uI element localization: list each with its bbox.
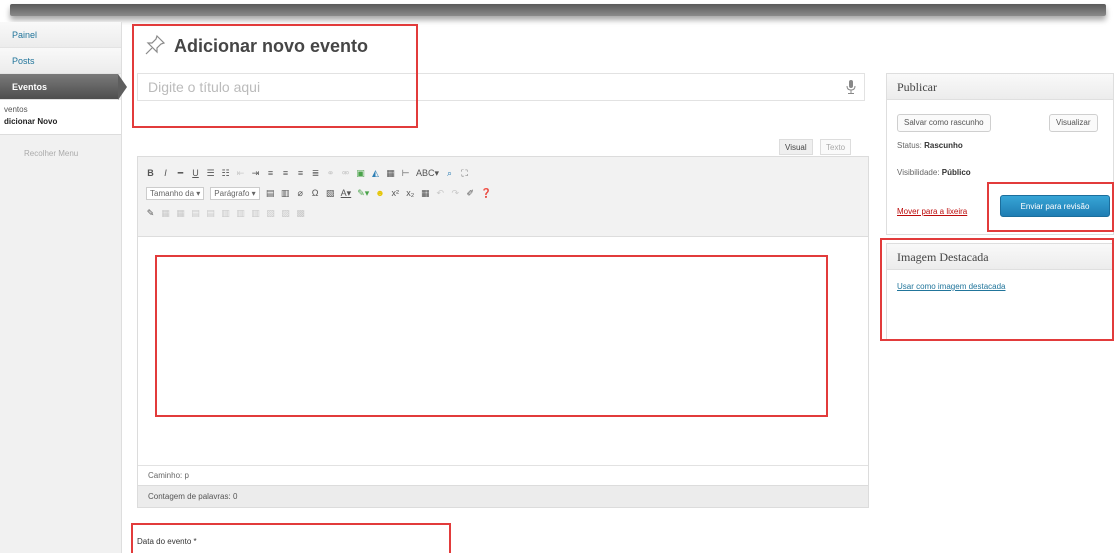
unlink-icon[interactable]: ⚮: [341, 168, 350, 179]
tab-text[interactable]: Texto: [820, 139, 852, 155]
insert-row-after-icon[interactable]: ▤: [206, 208, 215, 219]
superscript-icon[interactable]: x²: [391, 188, 400, 198]
sidebar-item-eventos[interactable]: Eventos: [0, 74, 127, 100]
collapse-menu-button[interactable]: Recolher Menu: [0, 135, 121, 158]
submenu-item-add-new[interactable]: dicionar Novo: [0, 116, 121, 128]
insert-row-before-icon[interactable]: ▤: [191, 208, 200, 219]
admin-bar: [10, 4, 1106, 16]
tab-visual[interactable]: Visual: [779, 139, 813, 155]
fullscreen-icon[interactable]: ⛶: [460, 168, 469, 179]
admin-sidebar: Painel Posts Eventos ventos dicionar Nov…: [0, 22, 127, 553]
save-draft-button[interactable]: Salvar como rascunho: [897, 114, 991, 132]
merge-cells-icon[interactable]: ▩: [296, 208, 305, 219]
italic-icon[interactable]: I: [161, 168, 170, 178]
delete-col-icon[interactable]: ▧: [266, 208, 275, 219]
split-cells-icon[interactable]: ▨: [281, 208, 290, 219]
underline-icon[interactable]: U: [191, 168, 200, 178]
insert-col-before-icon[interactable]: ▥: [236, 208, 245, 219]
insert-col-after-icon[interactable]: ▥: [251, 208, 260, 219]
publish-box-header[interactable]: Publicar: [887, 74, 1113, 100]
align-center-icon[interactable]: ≡: [281, 168, 290, 178]
spellcheck-icon[interactable]: ABC▾: [416, 168, 439, 179]
toolbar-row-2: Tamanho da ▾ Parágrafo ▾ ▤ ▥ ⌀ Ω ▧ A▾ ✎▾…: [146, 183, 860, 203]
undo-icon[interactable]: ↶: [436, 188, 445, 199]
highlight-featured-image: [880, 238, 1114, 341]
clear-format-icon[interactable]: ⌀: [296, 188, 305, 199]
sidebar-submenu: ventos dicionar Novo: [0, 100, 121, 135]
align-right-icon[interactable]: ≡: [296, 168, 305, 178]
indent-icon[interactable]: ⇥: [251, 168, 260, 179]
outdent-icon[interactable]: ⇤: [236, 168, 245, 179]
move-to-trash-link[interactable]: Mover para a lixeira: [897, 207, 967, 216]
align-left-icon[interactable]: ≡: [266, 168, 275, 178]
post-visibility: Visibilidade: Público: [897, 168, 971, 177]
table-grid-icon[interactable]: ▦: [421, 188, 430, 199]
emoticon-icon[interactable]: ☻: [375, 188, 384, 198]
redo-icon[interactable]: ↷: [451, 188, 460, 199]
help-icon[interactable]: ❓: [481, 188, 492, 199]
preview-button[interactable]: Visualizar: [1049, 114, 1098, 132]
highlight-color-icon[interactable]: ✎▾: [357, 188, 369, 199]
styles-icon[interactable]: ✐: [466, 188, 475, 199]
paste-text-icon[interactable]: ▤: [266, 188, 275, 199]
highlight-submit-button: [987, 182, 1114, 232]
find-icon[interactable]: ⌕: [445, 168, 454, 179]
link-icon[interactable]: ⚭: [326, 168, 335, 179]
microphone-icon[interactable]: [845, 79, 857, 95]
post-status: Status: Rascunho: [897, 141, 963, 150]
edit-table-icon[interactable]: ✎: [146, 208, 155, 219]
subscript-icon[interactable]: x₂: [406, 188, 415, 198]
toolbar-row-3: ✎ ▦ ▦ ▤ ▤ ▥ ▥ ▥ ▧ ▨ ▩: [146, 203, 860, 223]
submenu-item-eventos[interactable]: ventos: [0, 104, 121, 116]
delete-row-icon[interactable]: ▥: [221, 208, 230, 219]
bullet-list-icon[interactable]: ☰: [206, 168, 215, 179]
font-size-select[interactable]: Tamanho da ▾: [146, 186, 205, 200]
table-icon[interactable]: ▦: [386, 168, 395, 179]
toolbar-row-1: B I ━ U ☰ ☷ ⇤ ⇥ ≡ ≡ ≡ ≣ ⚭ ⚮ ▣ ◭ ▦ ⊢ ABC▾…: [146, 163, 860, 183]
paragraph-select[interactable]: Parágrafo ▾: [210, 186, 260, 200]
strikethrough-icon[interactable]: ━: [176, 168, 185, 179]
numbered-list-icon[interactable]: ☷: [221, 168, 230, 179]
highlight-title-area: [132, 24, 418, 128]
media-icon[interactable]: ▧: [326, 188, 335, 199]
align-justify-icon[interactable]: ≣: [311, 168, 320, 179]
editor-toolbar: B I ━ U ☰ ☷ ⇤ ⇥ ≡ ≡ ≡ ≣ ⚭ ⚮ ▣ ◭ ▦ ⊢ ABC▾…: [138, 157, 868, 237]
image-icon[interactable]: ▣: [356, 168, 365, 179]
highlight-event-date: [131, 523, 451, 553]
sidebar-item-painel[interactable]: Painel: [0, 22, 121, 48]
more-tag-icon[interactable]: ◭: [371, 168, 380, 179]
highlight-editor-body: [155, 255, 828, 417]
table-cell-props-icon[interactable]: ▦: [176, 208, 185, 219]
word-count: Contagem de palavras: 0: [138, 485, 868, 507]
sidebar-item-posts[interactable]: Posts: [0, 48, 121, 74]
bold-icon[interactable]: B: [146, 168, 155, 178]
paste-word-icon[interactable]: ▥: [281, 188, 290, 199]
split-icon[interactable]: ⊢: [401, 168, 410, 179]
omega-icon[interactable]: Ω: [311, 188, 320, 198]
editor-path: Caminho: p: [138, 465, 868, 485]
table-row-props-icon[interactable]: ▦: [161, 208, 170, 219]
text-color-icon[interactable]: A▾: [341, 188, 352, 199]
